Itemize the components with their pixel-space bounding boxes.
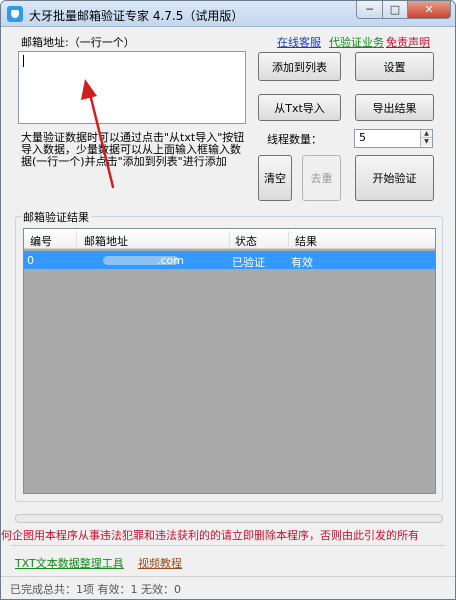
column-divider bbox=[288, 231, 289, 247]
import-hint-text: 大量验证数据时可以通过点击"从txt导入"按钮导入数据，少量数据可以从上面输入框… bbox=[21, 131, 245, 168]
start-verify-button[interactable]: 开始验证 bbox=[355, 155, 434, 201]
settings-button[interactable]: 设置 bbox=[355, 52, 434, 81]
spinner-down-icon[interactable]: ▼ bbox=[421, 138, 432, 146]
divider bbox=[11, 545, 445, 546]
close-button[interactable]: ✕ bbox=[407, 1, 451, 19]
window-title: 大牙批量邮箱验证专家 4.7.5（试用版） bbox=[29, 9, 244, 23]
add-to-list-button[interactable]: 添加到列表 bbox=[258, 52, 341, 81]
table-row[interactable]: 0 .com 已验证 有效 bbox=[24, 251, 435, 269]
status-bar: 已完成总共：1项 有效：1 无效：0 bbox=[1, 576, 455, 599]
app-icon bbox=[7, 6, 23, 22]
export-results-button[interactable]: 导出结果 bbox=[355, 94, 434, 121]
spinner-up-icon[interactable]: ▲ bbox=[421, 130, 432, 138]
text-caret bbox=[23, 55, 24, 67]
row-status: 已验证 bbox=[232, 256, 265, 269]
txt-tool-link[interactable]: TXT文本数据整理工具 bbox=[15, 555, 124, 571]
results-group-label: 邮箱验证结果 bbox=[21, 209, 91, 225]
row-email-suffix: .com bbox=[157, 254, 184, 267]
online-support-link[interactable]: 在线客服 bbox=[277, 34, 321, 50]
email-input[interactable] bbox=[18, 51, 246, 124]
warning-marquee: 何企图用本程序从事违法犯罪和违法获利的的请立即删除本程序，否则由此引发的所有 bbox=[1, 527, 455, 541]
title-bar[interactable]: 大牙批量邮箱验证专家 4.7.5（试用版） ─ □ ✕ bbox=[1, 1, 455, 27]
maximize-button[interactable]: □ bbox=[382, 1, 408, 19]
proxy-verify-link[interactable]: 代验证业务 bbox=[329, 34, 384, 50]
row-result: 有效 bbox=[291, 256, 313, 269]
results-table[interactable]: 编号 邮箱地址 状态 结果 0 .com 已验证 有效 bbox=[23, 228, 436, 494]
row-id: 0 bbox=[27, 254, 34, 267]
column-header-result[interactable]: 结果 bbox=[295, 233, 317, 249]
warning-text: 何企图用本程序从事违法犯罪和违法获利的的请立即删除本程序，否则由此引发的所有 bbox=[1, 529, 419, 541]
column-divider bbox=[229, 231, 230, 247]
column-header-id[interactable]: 编号 bbox=[30, 233, 52, 249]
column-header-email[interactable]: 邮箱地址 bbox=[84, 233, 128, 249]
thread-count-label: 线程数量： bbox=[267, 133, 322, 146]
horizontal-scrollbar[interactable] bbox=[15, 514, 443, 523]
email-input-label: 邮箱地址:（一行一个） bbox=[21, 36, 135, 49]
video-tutorial-link[interactable]: 视频教程 bbox=[138, 555, 182, 571]
dedupe-button[interactable]: 去重 bbox=[302, 155, 341, 201]
disclaimer-link[interactable]: 免责声明 bbox=[386, 34, 430, 50]
spinner-arrows[interactable]: ▲ ▼ bbox=[420, 130, 432, 147]
minimize-button[interactable]: ─ bbox=[356, 1, 383, 19]
import-txt-button[interactable]: 从Txt导入 bbox=[258, 94, 341, 121]
status-text: 已完成总共：1项 有效：1 无效：0 bbox=[10, 583, 181, 596]
clear-button[interactable]: 清空 bbox=[258, 155, 292, 201]
main-window: 大牙批量邮箱验证专家 4.7.5（试用版） ─ □ ✕ 邮箱地址:（一行一个） … bbox=[0, 0, 456, 600]
table-header: 编号 邮箱地址 状态 结果 bbox=[24, 229, 435, 249]
column-header-status[interactable]: 状态 bbox=[235, 233, 257, 249]
thread-count-spinner[interactable]: 5 ▲ ▼ bbox=[354, 129, 433, 148]
thread-count-value: 5 bbox=[359, 131, 366, 144]
column-divider bbox=[76, 231, 77, 247]
